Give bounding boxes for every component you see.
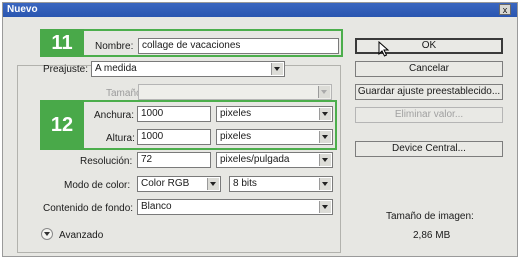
preset-value: A medida xyxy=(95,63,137,74)
color-mode-value: Color RGB xyxy=(141,178,190,189)
chevron-down-icon xyxy=(44,232,50,236)
background-select[interactable]: Blanco xyxy=(137,199,333,215)
bit-depth-select[interactable]: 8 bits xyxy=(229,176,333,192)
step-11-badge: 11 xyxy=(40,29,84,57)
highlight-name-box xyxy=(40,29,343,57)
save-preset-button[interactable]: Guardar ajuste preestablecido... xyxy=(355,84,503,100)
color-mode-label: Modo de color: xyxy=(64,180,131,191)
highlight-dimensions-box xyxy=(40,100,337,150)
chevron-down-icon xyxy=(319,178,331,190)
resolution-unit-value: pixeles/pulgada xyxy=(220,154,290,165)
preset-select[interactable]: A medida xyxy=(91,61,285,77)
preset-label: Preajuste: xyxy=(43,64,89,75)
chevron-down-icon xyxy=(319,201,331,213)
device-central-button[interactable]: Device Central... xyxy=(355,141,503,157)
background-label: Contenido de fondo: xyxy=(43,203,134,214)
title-bar[interactable]: Nuevo x xyxy=(3,3,517,17)
resolution-input[interactable]: 72 xyxy=(137,152,211,168)
cancel-button[interactable]: Cancelar xyxy=(355,61,503,77)
dialog-title: Nuevo xyxy=(7,4,38,15)
resolution-unit-select[interactable]: pixeles/pulgada xyxy=(216,152,333,168)
image-size-value: 2,86 MB xyxy=(413,230,451,241)
color-mode-select[interactable]: Color RGB xyxy=(137,176,221,192)
image-size-label: Tamaño de imagen: xyxy=(386,211,474,222)
chevron-down-icon xyxy=(319,154,331,166)
background-value: Blanco xyxy=(141,201,172,212)
chevron-down-icon xyxy=(271,63,283,75)
step-12-badge: 12 xyxy=(40,100,84,150)
bit-depth-value: 8 bits xyxy=(233,178,257,189)
advanced-label: Avanzado xyxy=(59,230,104,241)
chevron-down-icon xyxy=(207,178,219,190)
delete-preset-button: Eliminar valor... xyxy=(355,107,503,123)
resolution-label: Resolución: xyxy=(80,156,133,167)
mouse-cursor-icon xyxy=(378,41,390,57)
chevron-down-icon xyxy=(318,86,330,98)
advanced-toggle[interactable] xyxy=(41,228,53,240)
size-select xyxy=(138,84,332,100)
close-button[interactable]: x xyxy=(499,4,511,15)
